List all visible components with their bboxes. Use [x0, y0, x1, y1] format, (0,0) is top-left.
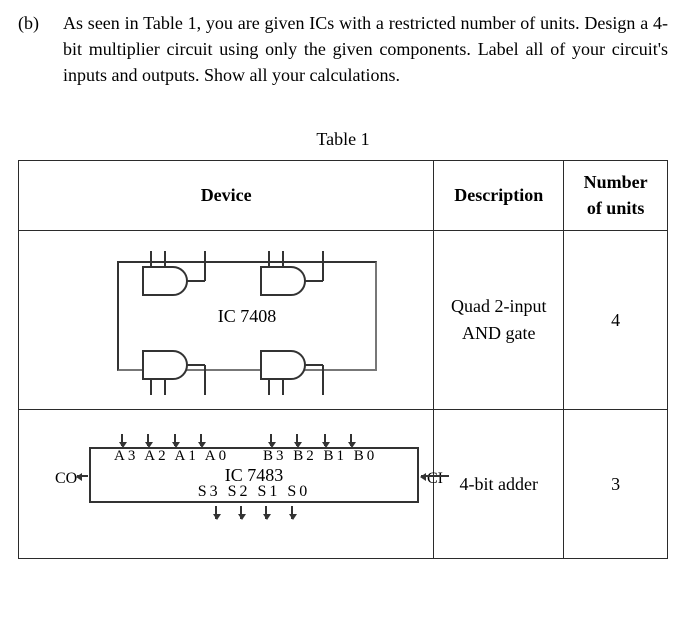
arrow-out-icon [215, 506, 217, 519]
arrow-out-icon [240, 506, 242, 519]
ic7408-label: IC 7408 [218, 303, 277, 329]
arrow-in-icon [324, 434, 326, 446]
ci-label: CI [427, 467, 443, 490]
ic7483-s-outputs: S3 S2 S1 S0 [198, 480, 311, 503]
and-gate-icon [255, 249, 341, 297]
arrow-out-icon [291, 506, 293, 519]
col-device-header: Device [19, 161, 434, 230]
table-row: IC 7408 [19, 230, 668, 409]
arrow-in-icon [350, 434, 352, 446]
ic7483-outline: A3 A2 A1 A0 B3 B2 B1 B0 IC 7483 S3 S2 S1… [89, 447, 419, 503]
question-text: As seen in Table 1, you are given ICs wi… [63, 10, 668, 88]
device-cell-7408: IC 7408 [19, 230, 434, 409]
ic7483-a-inputs: A3 A2 A1 A0 [114, 446, 229, 468]
arrow-in-icon [200, 434, 202, 446]
units-cell: 4 [564, 230, 668, 409]
arrow-in-icon [270, 434, 272, 446]
and-gate-icon [255, 349, 341, 397]
col-description-header: Description [434, 161, 564, 230]
question-label: (b) [18, 10, 39, 36]
table-caption: Table 1 [18, 126, 668, 152]
co-label: CO [55, 467, 77, 490]
description-cell: Quad 2-input AND gate [434, 230, 564, 409]
arrow-left-icon [421, 475, 449, 477]
and-gate-icon [137, 249, 223, 297]
arrow-out-icon [265, 506, 267, 519]
arrow-in-icon [174, 434, 176, 446]
and-gate-icon [137, 349, 223, 397]
components-table: Device Description Number of units IC 74… [18, 160, 668, 558]
arrow-in-icon [296, 434, 298, 446]
arrow-in-icon [147, 434, 149, 446]
arrow-in-icon [121, 434, 123, 446]
units-cell: 3 [564, 409, 668, 558]
arrow-left-icon [77, 475, 88, 477]
question-row: (b) As seen in Table 1, you are given IC… [18, 10, 668, 88]
table-row: A3 A2 A1 A0 B3 B2 B1 B0 IC 7483 S3 S2 S1… [19, 409, 668, 558]
col-units-header: Number of units [564, 161, 668, 230]
device-cell-7483: A3 A2 A1 A0 B3 B2 B1 B0 IC 7483 S3 S2 S1… [19, 409, 434, 558]
description-cell: 4-bit adder [434, 409, 564, 558]
